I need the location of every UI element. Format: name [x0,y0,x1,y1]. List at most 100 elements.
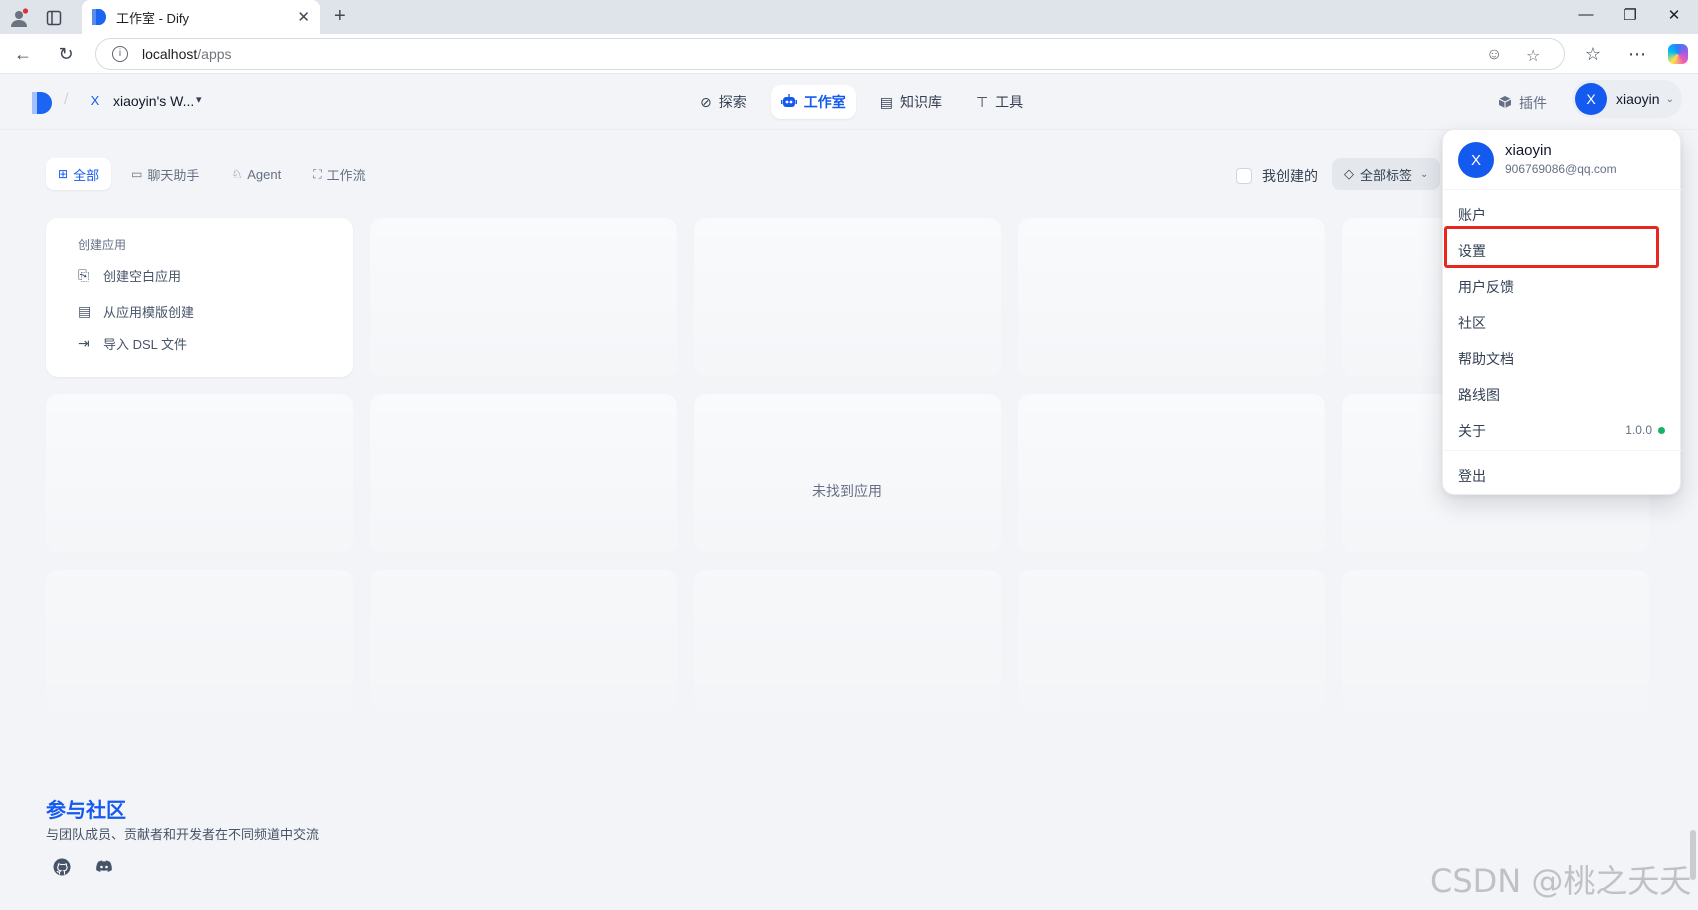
chevron-down-icon: ⌄ [1420,168,1429,180]
create-blank-app-button[interactable]: ⎘ 创建空白应用 [78,259,321,291]
nav-knowledge[interactable]: ▤ 知识库 [870,85,952,119]
nav-label: 工具 [995,94,1024,110]
hammer-icon: ⊤ [975,93,989,110]
version-label: 1.0.0 [1625,423,1652,437]
created-by-me-checkbox[interactable]: 我创建的 [1236,166,1318,186]
nav-studio[interactable]: 工作室 [770,85,856,119]
chevron-down-icon[interactable]: ▾ [196,93,202,106]
minimize-icon[interactable]: — [1576,6,1596,23]
created-by-me-label: 我创建的 [1262,168,1318,184]
empty-state-text: 未找到应用 [812,483,882,499]
placeholder-card [1018,394,1325,553]
menu-item-feedback[interactable]: 用户反馈 [1458,277,1514,297]
create-app-card: 创建应用 ⎘ 创建空白应用 ▤ 从应用模版创建 ⇥ 导入 DSL 文件 [46,218,353,377]
import-icon: ⇥ [78,334,90,351]
dropdown-user-header: X xiaoyin 906769086@qq.com [1443,130,1682,190]
dropdown-user-email: 906769086@qq.com [1505,162,1617,176]
menu-item-help-docs[interactable]: 帮助文档 [1458,349,1514,369]
cube-icon [1498,95,1512,112]
close-window-icon[interactable]: ✕ [1664,6,1684,24]
placeholder-card [46,394,353,553]
dify-favicon-icon [92,9,106,25]
workspace-switcher[interactable]: xiaoyin's W... [113,93,194,109]
user-menu-trigger[interactable]: X xiaoyin ⌄ [1572,80,1682,118]
tab-agent[interactable]: ♘ Agent [219,158,293,190]
nav-label: 工作室 [803,94,846,110]
site-info-icon[interactable]: i [112,46,128,62]
compass-icon: ⊘ [700,93,712,110]
placeholder-card [694,394,1001,553]
url-input[interactable]: i localhost/apps ☺ ☆ [95,38,1565,70]
reload-icon[interactable]: ↻ [55,43,77,65]
profile-icon[interactable] [8,7,30,29]
dropdown-user-name: xiaoyin [1505,142,1552,159]
back-icon[interactable]: ← [12,43,34,65]
file-plus-icon: ⎘ [78,266,90,283]
create-item-label: 从应用模版创建 [103,304,195,320]
placeholder-card [370,218,677,377]
scrollbar-thumb[interactable] [1690,830,1696,880]
app-type-tabs: ⊞ 全部 ▭ 聊天助手 ♘ Agent ⛶ 工作流 [46,158,378,190]
placeholder-card [1342,570,1649,712]
placeholder-card [370,570,677,712]
tab-actions-icon[interactable] [43,7,65,29]
menu-item-account[interactable]: 账户 [1458,205,1486,225]
chat-icon: ▭ [131,167,143,181]
nav-label: 探索 [718,94,747,110]
favorites-icon[interactable]: ☆ [1582,43,1604,65]
chevron-down-icon: ⌄ [1665,93,1674,105]
user-dropdown-menu: X xiaoyin 906769086@qq.com 账户 设置 用户反馈 社区… [1442,129,1682,495]
menu-item-community[interactable]: 社区 [1458,313,1486,333]
browser-tab-active[interactable]: 工作室 - Dify ✕ [82,0,320,34]
status-dot-icon [1658,427,1665,434]
plugins-label: 插件 [1519,95,1547,111]
menu-item-about[interactable]: 关于 [1458,421,1486,441]
tab-chat-assistant[interactable]: ▭ 聊天助手 [119,158,211,190]
menu-item-logout[interactable]: 登出 [1458,466,1486,486]
menu-item-roadmap[interactable]: 路线图 [1458,385,1500,405]
tab-label: 全部 [73,167,100,183]
book-icon: ▤ [879,93,893,110]
new-tab-icon[interactable]: + [334,5,346,28]
create-from-template-button[interactable]: ▤ 从应用模版创建 [78,295,321,327]
close-tab-icon[interactable]: ✕ [297,8,310,26]
discord-icon[interactable] [94,857,114,877]
main-nav: ⊘ 探索 工作室 ▤ 知识库 ⊤ 工具 [690,85,1033,119]
tab-label: 聊天助手 [147,167,200,183]
import-dsl-button[interactable]: ⇥ 导入 DSL 文件 [78,327,321,359]
tag-icon: ◇ [1344,166,1354,181]
tab-all[interactable]: ⊞ 全部 [46,158,112,190]
placeholder-card [1018,570,1325,712]
robot-icon [780,93,797,111]
breadcrumb-separator: / [64,91,69,108]
grid-icon: ⊞ [58,167,69,181]
restore-icon[interactable]: ❐ [1620,6,1640,24]
checkbox[interactable] [1236,168,1252,184]
copilot-icon[interactable] [1668,44,1688,64]
more-menu-icon[interactable]: ⋯ [1626,43,1648,65]
nav-tools[interactable]: ⊤ 工具 [966,85,1033,119]
url-host: localhost [142,46,198,62]
dify-logo-icon[interactable] [32,92,52,114]
nav-explore[interactable]: ⊘ 探索 [690,85,757,119]
plugins-link[interactable]: 插件 [1498,93,1547,113]
github-icon[interactable] [52,857,72,877]
reader-icon[interactable]: ☺ [1486,46,1502,64]
workflow-icon: ⛶ [313,166,322,181]
tag-filter-dropdown[interactable]: ◇ 全部标签 ⌄ [1332,158,1441,190]
tab-label: 工作流 [326,167,366,183]
agent-icon: ♘ [231,167,243,181]
placeholder-card [694,570,1001,712]
workspace-badge: X [90,93,100,108]
nav-label: 知识库 [899,94,942,110]
template-icon: ▤ [78,302,92,319]
tab-workflow[interactable]: ⛶ 工作流 [301,158,377,190]
watermark: CSDN @桃之夭夭 [1430,862,1692,900]
browser-tab-bar: 工作室 - Dify ✕ + — ❐ ✕ [0,0,1698,34]
placeholder-card [694,218,1001,377]
create-app-title: 创建应用 [78,238,127,252]
tag-filter-label: 全部标签 [1360,167,1413,183]
favorite-star-icon[interactable]: ☆ [1526,46,1540,66]
community-title: 参与社区 [46,800,126,822]
placeholder-card [1018,218,1325,377]
